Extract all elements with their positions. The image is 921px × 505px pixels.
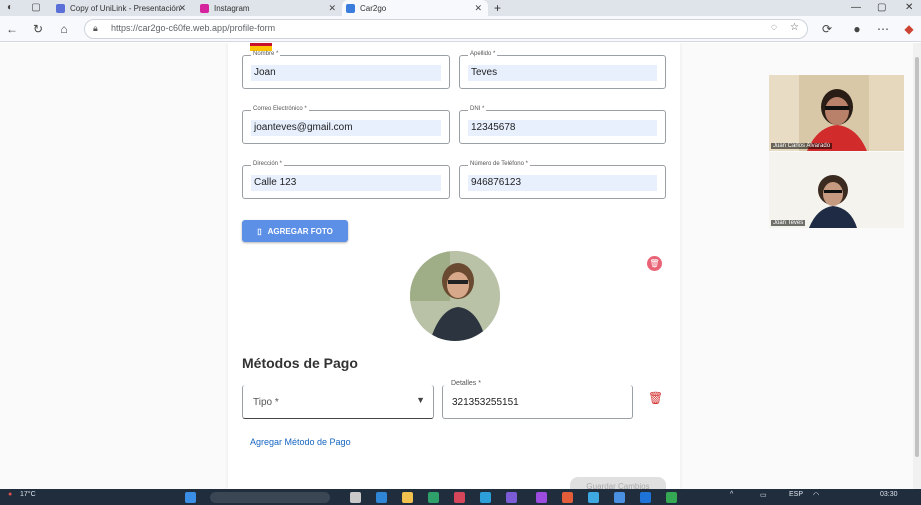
close-icon[interactable]: ✕: [178, 3, 186, 14]
extensions-icon[interactable]: ⟳: [819, 20, 835, 38]
chevron-down-icon: ▼: [416, 395, 425, 405]
nombre-field[interactable]: Nombre * Joan: [242, 51, 450, 89]
page-scrollbar[interactable]: [913, 43, 921, 489]
tipo-placeholder: Tipo *: [253, 397, 279, 408]
image-upload-icon: ▯: [257, 226, 262, 236]
chrome-icon[interactable]: [666, 492, 677, 503]
maximize-icon[interactable]: ▢: [877, 0, 886, 16]
profile-icon[interactable]: ◐: [2, 0, 18, 17]
page-viewport: Nombre * Joan Apellido * Teves Correo El…: [0, 43, 921, 489]
tab-instagram[interactable]: Instagram ✕: [196, 0, 342, 16]
apellido-field[interactable]: Apellido * Teves: [459, 51, 666, 89]
tab-title: Instagram: [214, 3, 250, 13]
menu-icon[interactable]: ⋯: [875, 20, 891, 38]
wifi-icon[interactable]: ◠: [813, 491, 819, 499]
task-view-icon[interactable]: [350, 492, 361, 503]
profile-photo: [410, 251, 500, 341]
refresh-page-icon[interactable]: ◌: [771, 22, 777, 33]
office-icon[interactable]: [562, 492, 573, 503]
tab-strip: ◐ ▢ Copy of UniLink - Presentación ✕ Ins…: [0, 0, 921, 16]
field-label: Nombre *: [251, 51, 281, 57]
video-tile-1: Juan Carlos Alvarado: [769, 75, 904, 151]
email-field[interactable]: Correo Electrónico * joanteves@gmail.com: [242, 106, 450, 144]
language-indicator[interactable]: ESP: [789, 491, 803, 498]
teams-icon[interactable]: [536, 492, 547, 503]
participant-name: Joan Teves: [771, 220, 806, 226]
field-label: Dirección *: [251, 161, 285, 167]
field-label: DNI *: [468, 106, 487, 112]
url-text: https://car2go-c60fe.web.app/profile-for…: [111, 23, 276, 33]
edge-icon[interactable]: [376, 492, 387, 503]
tab-title: Copy of UniLink - Presentación: [70, 3, 181, 13]
scrollbar-thumb[interactable]: [915, 57, 919, 457]
payment-methods-title: Métodos de Pago: [242, 355, 358, 371]
address-bar[interactable]: 🔒︎ https://car2go-c60fe.web.app/profile-…: [84, 19, 808, 39]
copilot-icon[interactable]: ◆: [901, 20, 917, 38]
add-photo-label: AGREGAR FOTO: [267, 226, 333, 236]
lock-icon: 🔒︎: [93, 23, 98, 33]
tab-presentation[interactable]: Copy of UniLink - Presentación ✕: [52, 0, 192, 16]
tab-actions-icon[interactable]: ▢: [28, 0, 44, 17]
tray-chevron-icon[interactable]: ^: [730, 491, 733, 498]
telefono-field[interactable]: Número de Teléfono * 946876123: [459, 161, 666, 199]
excel-icon[interactable]: [428, 492, 439, 503]
tipo-select[interactable]: Tipo * ▼: [242, 385, 434, 419]
browser-toolbar: ← ↻ ⌂ 🔒︎ https://car2go-c60fe.web.app/pr…: [0, 16, 921, 42]
field-value[interactable]: 321353255151: [452, 397, 519, 408]
zoom-icon[interactable]: [640, 492, 651, 503]
delete-payment-icon[interactable]: 🗑︎: [648, 391, 663, 405]
field-value[interactable]: Teves: [468, 65, 657, 81]
keyboard-icon[interactable]: ▭: [760, 491, 767, 499]
participant-name: Juan Carlos Alvarado: [771, 143, 833, 149]
clock[interactable]: 03:30: [880, 491, 898, 498]
field-label: Número de Teléfono *: [468, 161, 530, 167]
search-box[interactable]: [210, 492, 330, 503]
tab-car2go[interactable]: Car2go ✕: [342, 0, 488, 16]
delete-photo-icon[interactable]: 🗑︎: [647, 256, 662, 271]
minimize-icon[interactable]: —: [851, 0, 861, 16]
messenger-icon[interactable]: [614, 492, 625, 503]
taskbar: ● 17°C ^ ▭ ESP ◠ 03:30: [0, 489, 921, 505]
instagram-favicon-icon: [200, 3, 209, 13]
field-value[interactable]: 12345678: [468, 120, 657, 136]
field-value[interactable]: Calle 123: [251, 175, 441, 191]
field-value[interactable]: Joan: [251, 65, 441, 81]
account-avatar-icon[interactable]: ●: [849, 20, 865, 38]
add-photo-button[interactable]: ▯ AGREGAR FOTO: [242, 220, 348, 242]
dni-field[interactable]: DNI * 12345678: [459, 106, 666, 144]
home-icon[interactable]: ⌂: [56, 20, 72, 38]
file-explorer-icon[interactable]: [402, 492, 413, 503]
video-tile-2: Joan Teves: [769, 152, 904, 228]
field-label: Correo Electrónico *: [251, 106, 309, 112]
vscode-icon[interactable]: [506, 492, 517, 503]
mail-icon[interactable]: [588, 492, 599, 503]
car2go-favicon-icon: [346, 3, 355, 13]
weather-icon: ●: [8, 491, 13, 498]
slides-favicon-icon: [56, 3, 65, 13]
new-tab-button[interactable]: +: [494, 0, 501, 16]
detalles-field[interactable]: Detalles * 321353255151: [442, 380, 633, 419]
star-icon[interactable]: ☆: [790, 22, 799, 33]
store-icon[interactable]: [480, 492, 491, 503]
close-icon[interactable]: ✕: [328, 3, 336, 14]
back-icon[interactable]: ←: [4, 20, 20, 38]
weather-text: 17°C: [20, 491, 36, 498]
spain-flag-icon: [250, 43, 272, 51]
direccion-field[interactable]: Dirección * Calle 123: [242, 161, 450, 199]
field-label: Detalles *: [451, 380, 481, 387]
field-value[interactable]: joanteves@gmail.com: [251, 120, 441, 136]
tab-title: Car2go: [360, 3, 387, 13]
field-label: Apellido *: [468, 51, 498, 57]
app-icon[interactable]: [454, 492, 465, 503]
window-close-icon[interactable]: ✕: [905, 0, 913, 16]
save-button[interactable]: Guardar Cambios: [570, 477, 666, 489]
start-icon[interactable]: [185, 492, 196, 503]
reload-icon[interactable]: ↻: [30, 20, 46, 38]
close-icon[interactable]: ✕: [474, 3, 482, 14]
field-value[interactable]: 946876123: [468, 175, 657, 191]
add-payment-link[interactable]: Agregar Método de Pago: [250, 437, 351, 447]
